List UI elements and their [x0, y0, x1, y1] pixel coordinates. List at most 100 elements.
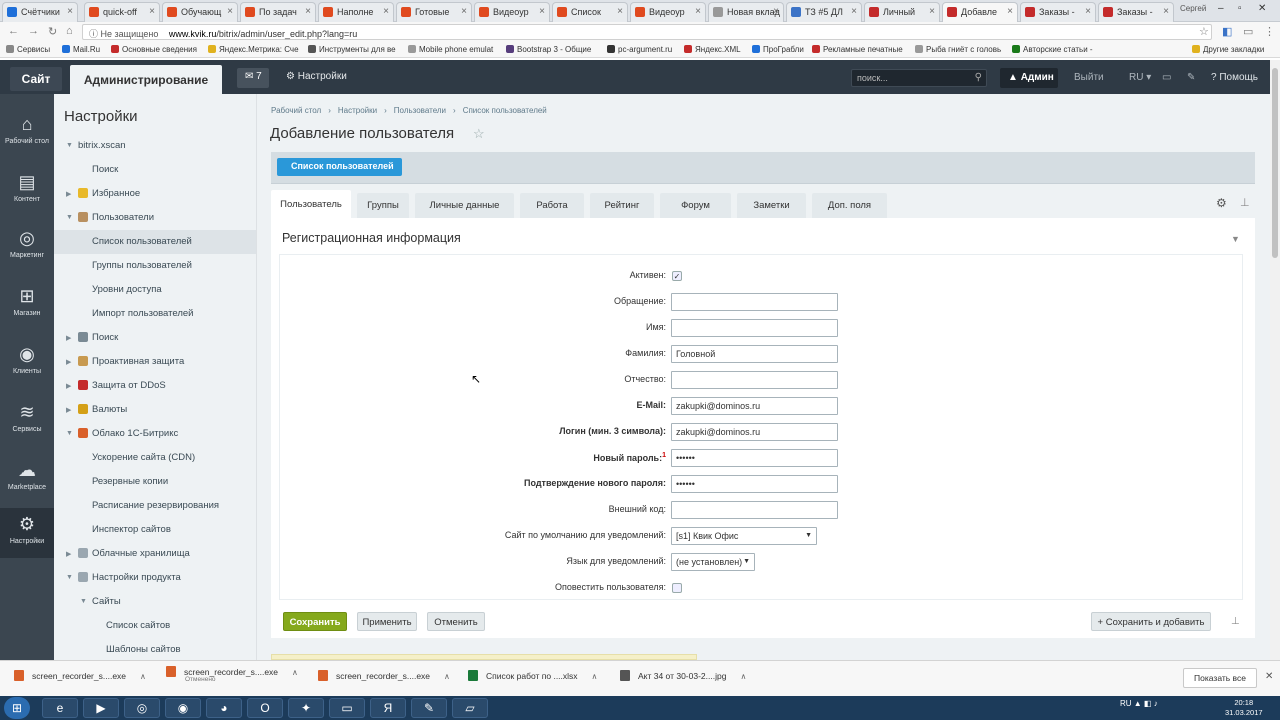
other-bookmarks[interactable]: Другие закладки — [1192, 45, 1264, 54]
breadcrumb-item[interactable]: Настройки — [338, 106, 377, 115]
save-and-add-button[interactable]: + Сохранить и добавить — [1091, 612, 1211, 631]
menu-item[interactable]: ▼ Пользователи — [54, 206, 256, 230]
browser-tab[interactable]: Заказы - × — [1020, 2, 1096, 22]
tab-close-icon[interactable]: × — [149, 6, 155, 17]
browser-tab[interactable]: Счётчики × — [2, 2, 78, 22]
iconbar-item[interactable]: ◎ Маркетинг — [0, 222, 54, 272]
menu-item[interactable]: ▶ Валюты — [54, 398, 256, 422]
default-site-select[interactable]: [s1] Квик Офис ▼ — [671, 527, 817, 545]
network-icon[interactable]: ◎ — [124, 698, 160, 718]
close-icon[interactable]: ✕ — [1265, 671, 1273, 682]
browser-tab[interactable]: Добавле × — [942, 2, 1018, 22]
tab-close-icon[interactable]: × — [539, 6, 545, 17]
download-item[interactable]: screen_recorder_s....exe ∧ — [14, 670, 146, 681]
cancel-button[interactable]: Отменить — [427, 612, 485, 631]
download-item[interactable]: Акт 34 от 30-03-2....jpg ∧ — [620, 670, 746, 681]
bookmark-item[interactable]: Mail.Ru — [62, 45, 100, 54]
menu-item[interactable]: Инспектор сайтов — [54, 518, 256, 542]
scrollbar-thumb[interactable] — [1272, 68, 1278, 258]
browser-menu-icon[interactable]: ⋮ — [1264, 25, 1275, 38]
tab-close-icon[interactable]: × — [929, 6, 935, 17]
browser-tab[interactable]: Личный × — [864, 2, 940, 22]
pin-icon[interactable]: ✎ — [1187, 72, 1195, 83]
form-settings-icon[interactable]: ⚙ — [1216, 196, 1227, 210]
menu-item[interactable]: ▼ Облако 1С-Битрикс — [54, 422, 256, 446]
bookmark-item[interactable]: Рекламные печатные — [812, 45, 903, 54]
breadcrumb-item[interactable]: Список пользователей — [463, 106, 547, 115]
media-player-icon[interactable]: ▶ — [83, 698, 119, 718]
tab-close-icon[interactable]: × — [461, 6, 467, 17]
site-tab[interactable]: Сайт — [10, 67, 62, 91]
tab-close-icon[interactable]: × — [67, 6, 73, 17]
search-icon[interactable]: ⚲ — [975, 72, 982, 83]
browser-tab[interactable]: Новая вклад × — [708, 2, 784, 22]
tab-close-icon[interactable]: × — [1163, 6, 1169, 17]
ie-icon[interactable]: e — [42, 698, 78, 718]
notify-user-checkbox[interactable] — [672, 583, 682, 593]
first-name-field[interactable] — [671, 319, 838, 337]
tab-2[interactable]: Личные данные — [415, 193, 514, 218]
admin-tab[interactable]: Администрирование — [70, 65, 222, 94]
bookmark-item[interactable]: Авторские статьи - — [1012, 45, 1093, 54]
chrome-icon[interactable]: ◕ — [206, 698, 242, 718]
bookmark-item[interactable]: Инструменты для ве — [308, 45, 396, 54]
tab-7[interactable]: Доп. поля — [812, 193, 887, 218]
menu-arrow-icon[interactable]: ▶ — [66, 334, 71, 342]
iconbar-item[interactable]: ⊞ Магазин — [0, 280, 54, 330]
cast-icon[interactable]: ▭ — [1243, 25, 1253, 38]
window-app-icon[interactable]: ▱ — [452, 698, 488, 718]
menu-arrow-icon[interactable]: ▼ — [66, 142, 73, 149]
menu-arrow-icon[interactable]: ▼ — [66, 430, 73, 437]
save-button[interactable]: Сохранить — [283, 612, 347, 631]
tab-close-icon[interactable]: × — [1085, 6, 1091, 17]
menu-arrow-icon[interactable]: ▶ — [66, 358, 71, 366]
menu-item[interactable]: ▼ bitrix.xscan — [54, 134, 256, 158]
help-button[interactable]: ? Помощь — [1211, 72, 1258, 83]
screen-recorder-icon[interactable]: ◉ — [165, 698, 201, 718]
explorer-icon[interactable]: ▭ — [329, 698, 365, 718]
bookmark-item[interactable]: pc-argument.ru — [607, 45, 672, 54]
download-item[interactable]: Список работ по ....xlsx ∧ — [468, 670, 597, 681]
logout-link[interactable]: Выйти — [1074, 72, 1104, 83]
menu-item[interactable]: Шаблоны сайтов — [54, 638, 256, 660]
menu-arrow-icon[interactable]: ▼ — [80, 598, 87, 605]
salutation-field[interactable] — [671, 293, 838, 311]
chevron-up-icon[interactable]: ∧ — [740, 672, 746, 681]
browser-tab[interactable]: Наполне × — [318, 2, 394, 22]
iconbar-item[interactable]: ▤ Контент — [0, 166, 54, 216]
tab-close-icon[interactable]: × — [773, 6, 779, 17]
start-button[interactable]: ⊞ — [4, 697, 30, 719]
menu-arrow-icon[interactable]: ▶ — [66, 406, 71, 414]
browser-tab[interactable]: quick-off × — [84, 2, 160, 22]
menu-item[interactable]: Список пользователей — [54, 230, 256, 254]
browser-tab[interactable]: Видеоур × — [474, 2, 550, 22]
tab-6[interactable]: Заметки — [737, 193, 806, 218]
tab-3[interactable]: Работа — [520, 193, 584, 218]
notifications-button[interactable]: ✉ 7 — [237, 68, 269, 88]
page-scrollbar[interactable] — [1270, 60, 1280, 660]
tab-close-icon[interactable]: × — [305, 6, 311, 17]
login-field[interactable]: zakupki@dominos.ru — [671, 423, 838, 441]
iconbar-item[interactable]: ◉ Клиенты — [0, 338, 54, 388]
confirm-password-field[interactable]: •••••• — [671, 475, 838, 493]
bookmark-star-icon[interactable]: ☆ — [1199, 25, 1209, 38]
menu-item[interactable]: Расписание резервирования — [54, 494, 256, 518]
menu-item[interactable]: ▼ Сайты — [54, 590, 256, 614]
window-close-icon[interactable]: ✕ — [1258, 3, 1266, 14]
reload-icon[interactable]: ↻ — [48, 25, 57, 38]
menu-item[interactable]: ▶ Защита от DDoS — [54, 374, 256, 398]
breadcrumb-item[interactable]: Пользователи — [394, 106, 446, 115]
search-input[interactable]: поиск... ⚲ — [851, 69, 987, 87]
opera-icon[interactable]: O — [247, 698, 283, 718]
home-browser-icon[interactable]: ⌂ — [66, 25, 73, 37]
notepad-icon[interactable]: ✎ — [411, 698, 447, 718]
menu-arrow-icon[interactable]: ▶ — [66, 382, 71, 390]
menu-arrow-icon[interactable]: ▼ — [66, 214, 73, 221]
menu-item[interactable]: Ускорение сайта (CDN) — [54, 446, 256, 470]
iconbar-item[interactable]: ⌂ Рабочий стол — [0, 108, 54, 158]
menu-item[interactable]: ▼ Настройки продукта — [54, 566, 256, 590]
bookmark-item[interactable]: ПроГрабли — [752, 45, 804, 54]
menu-item[interactable]: Группы пользователей — [54, 254, 256, 278]
chevron-up-icon[interactable]: ∧ — [140, 672, 146, 681]
menu-arrow-icon[interactable]: ▼ — [66, 574, 73, 581]
